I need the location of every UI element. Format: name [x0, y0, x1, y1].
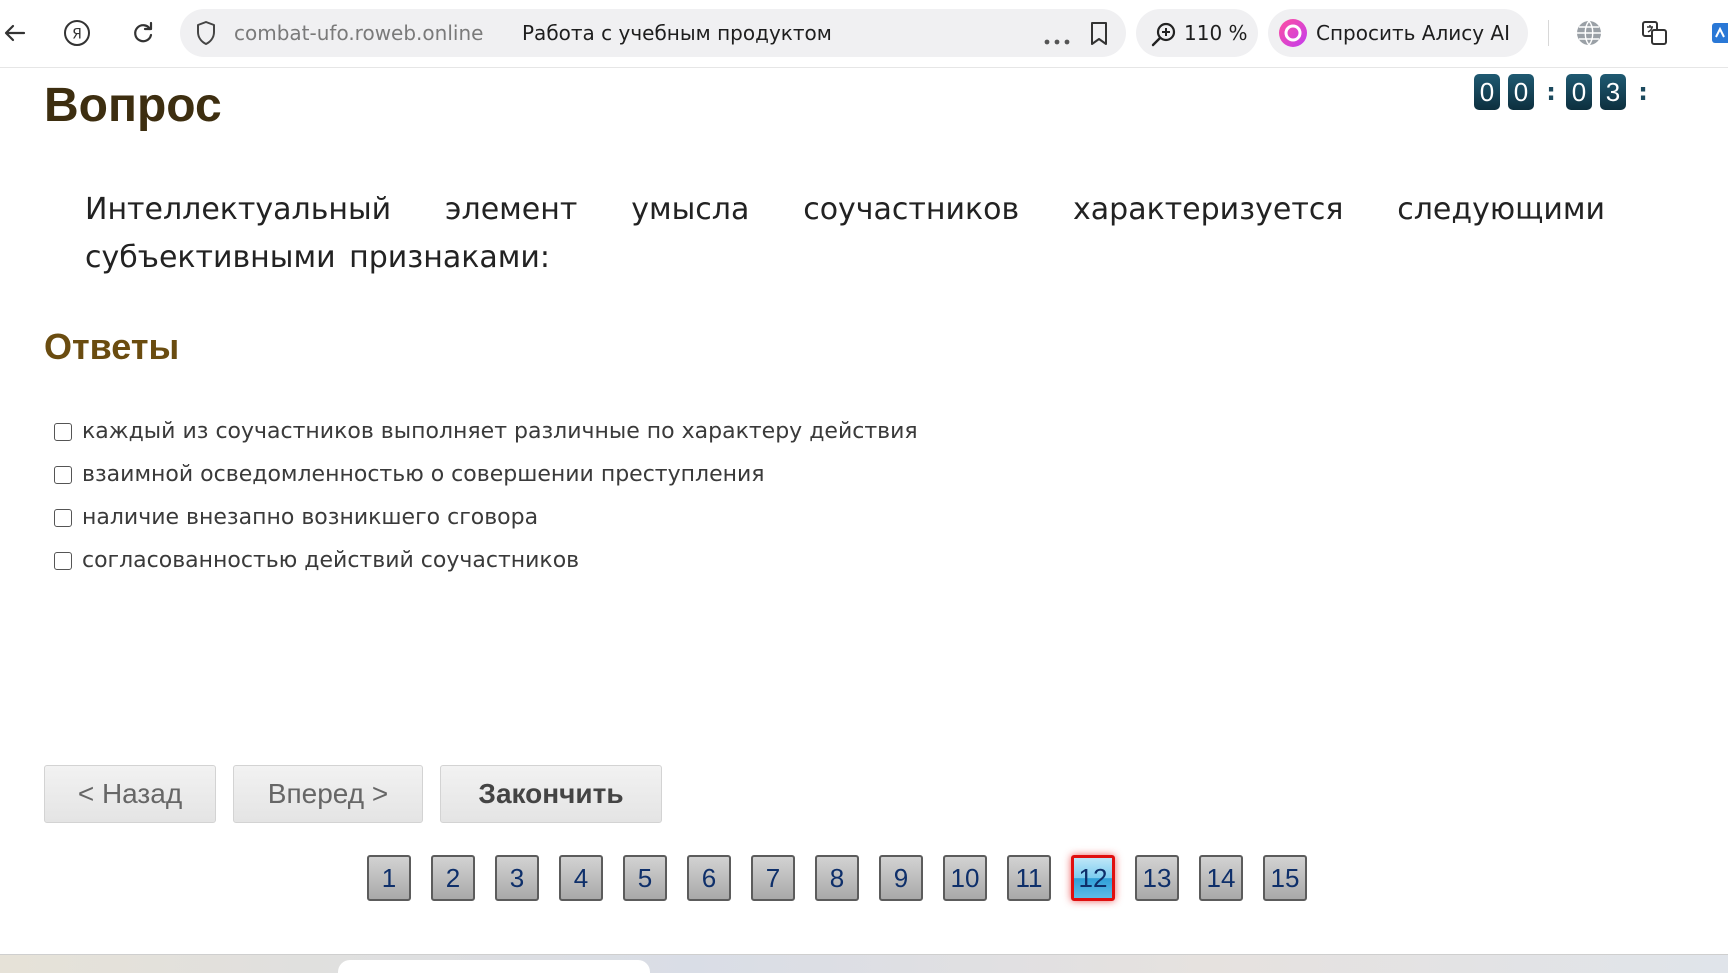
- address-bar[interactable]: combat-ufo.roweb.online Работа с учебным…: [180, 9, 1126, 57]
- answer-checkbox[interactable]: [54, 508, 72, 527]
- page-title: Вопрос: [44, 79, 222, 132]
- page-button-4[interactable]: 4: [559, 855, 603, 901]
- timer-digit: 0: [1566, 74, 1592, 110]
- page-button-14[interactable]: 14: [1199, 855, 1243, 901]
- countdown-timer: 0 0 : 0 3 :: [1474, 74, 1658, 110]
- answer-label[interactable]: каждый из соучастников выполняет различн…: [82, 419, 918, 444]
- page-button-2[interactable]: 2: [431, 855, 475, 901]
- question-pager: 1 2 3 4 5 6 7 8 9 10 11 12 13 14 15: [367, 855, 1327, 901]
- alice-label: Спросить Алису AI: [1316, 21, 1510, 45]
- page-button-7[interactable]: 7: [751, 855, 795, 901]
- zoom-button[interactable]: 110 %: [1136, 9, 1258, 57]
- back-button[interactable]: < Назад: [44, 765, 216, 823]
- answers-heading: Ответы: [44, 326, 180, 367]
- taskbar-strip: [0, 954, 1728, 973]
- timer-digit: 0: [1474, 74, 1500, 110]
- toolbar-divider: [1548, 20, 1549, 46]
- zoom-level: 110 %: [1184, 21, 1248, 45]
- timer-separator: :: [1638, 78, 1648, 106]
- timer-digit: 0: [1508, 74, 1534, 110]
- back-arrow-icon[interactable]: [0, 18, 30, 48]
- answer-checkbox[interactable]: [54, 551, 72, 570]
- answer-option[interactable]: согласованностью действий соучастников: [54, 539, 918, 582]
- zoom-icon: [1150, 20, 1178, 52]
- page-button-1[interactable]: 1: [367, 855, 411, 901]
- shield-icon[interactable]: [194, 20, 218, 50]
- extension-icon[interactable]: [1706, 18, 1728, 48]
- translate-icon[interactable]: [1640, 18, 1670, 48]
- tab-page-title: Работа с учебным продуктом: [522, 21, 832, 45]
- page-button-10[interactable]: 10: [943, 855, 987, 901]
- page-button-current[interactable]: 12: [1071, 855, 1115, 901]
- answer-label[interactable]: согласованностью действий соучастников: [82, 548, 579, 573]
- next-button[interactable]: Вперед >: [233, 765, 423, 823]
- page-button-6[interactable]: 6: [687, 855, 731, 901]
- page-button-13[interactable]: 13: [1135, 855, 1179, 901]
- bookmark-icon[interactable]: [1088, 21, 1110, 51]
- answer-label[interactable]: наличие внезапно возникшего сговора: [82, 505, 538, 530]
- alice-icon: [1278, 18, 1308, 52]
- answer-option[interactable]: каждый из соучастников выполняет различн…: [54, 410, 918, 453]
- page-button-8[interactable]: 8: [815, 855, 859, 901]
- browser-toolbar: Я combat-ufo.roweb.online Работа с учебн…: [0, 0, 1728, 68]
- page-button-9[interactable]: 9: [879, 855, 923, 901]
- url-host: combat-ufo.roweb.online: [234, 21, 484, 45]
- answer-checkbox[interactable]: [54, 465, 72, 484]
- page-button-11[interactable]: 11: [1007, 855, 1051, 901]
- timer-separator: :: [1546, 78, 1556, 106]
- answer-option[interactable]: наличие внезапно возникшего сговора: [54, 496, 918, 539]
- page-button-3[interactable]: 3: [495, 855, 539, 901]
- svg-text:Я: Я: [72, 27, 82, 43]
- answer-checkbox[interactable]: [54, 422, 72, 441]
- page-button-15[interactable]: 15: [1263, 855, 1307, 901]
- alice-button[interactable]: Спросить Алису AI: [1268, 9, 1528, 57]
- answers-list: каждый из соучастников выполняет различн…: [54, 410, 918, 582]
- reload-icon[interactable]: [128, 18, 158, 48]
- page-button-5[interactable]: 5: [623, 855, 667, 901]
- question-text: Интеллектуальный элемент умысла соучастн…: [85, 192, 1605, 275]
- timer-digit: 3: [1600, 74, 1626, 110]
- answer-label[interactable]: взаимной осведомленностью о совершении п…: [82, 462, 765, 487]
- yandex-icon[interactable]: Я: [62, 18, 92, 48]
- answer-option[interactable]: взаимной осведомленностью о совершении п…: [54, 453, 918, 496]
- more-icon[interactable]: [1044, 30, 1070, 49]
- globe-icon[interactable]: [1574, 18, 1604, 48]
- finish-button[interactable]: Закончить: [440, 765, 662, 823]
